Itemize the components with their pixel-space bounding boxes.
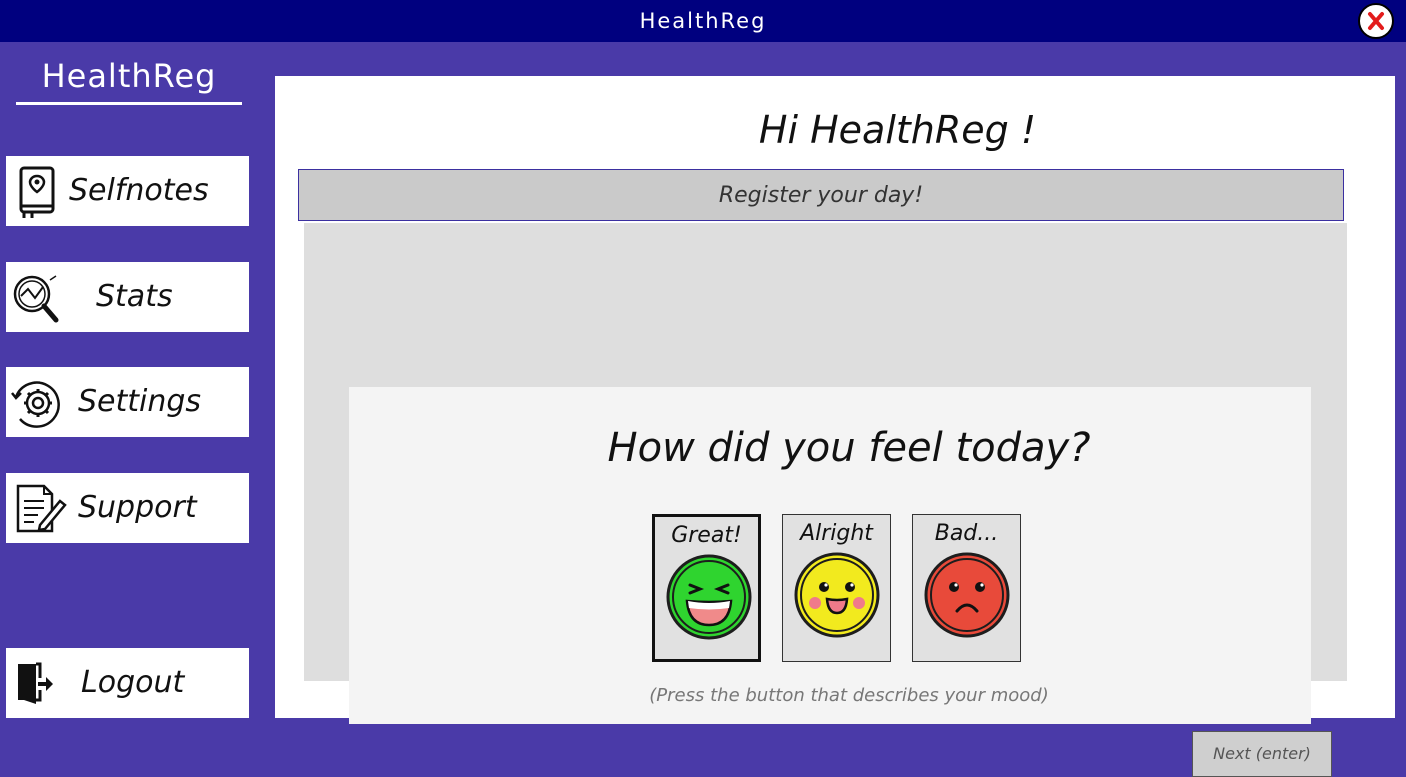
mood-hint: (Press the button that describes your mo… bbox=[649, 685, 1049, 706]
sidebar-item-selfnotes[interactable]: Selfnotes bbox=[6, 156, 249, 226]
sidebar-brand: HealthReg bbox=[16, 56, 242, 105]
gear-icon bbox=[11, 381, 60, 428]
exit-door-icon bbox=[18, 662, 53, 704]
document-edit-icon bbox=[16, 484, 67, 533]
magnifier-chart-icon bbox=[13, 275, 59, 323]
laughing-face-icon bbox=[666, 554, 752, 640]
sidebar-item-label: Support bbox=[78, 490, 197, 525]
mood-question: How did you feel today? bbox=[607, 425, 1091, 471]
sad-face-icon bbox=[924, 552, 1010, 638]
sidebar-item-support[interactable]: Support bbox=[6, 473, 249, 543]
sidebar: HealthReg Selfnotes Stats Settings Suppo… bbox=[0, 42, 260, 730]
sidebar-item-label: Stats bbox=[96, 279, 173, 314]
sidebar-item-stats[interactable]: Stats bbox=[6, 262, 249, 332]
panel-header: Register your day! bbox=[298, 169, 1344, 221]
mood-label: Bad... bbox=[934, 521, 999, 546]
notebook-icon bbox=[19, 166, 55, 218]
logout-button[interactable]: Logout bbox=[6, 648, 249, 718]
sidebar-item-settings[interactable]: Settings bbox=[6, 367, 249, 437]
mood-great-button[interactable]: Great! bbox=[652, 514, 761, 662]
mood-alright-button[interactable]: Alright bbox=[782, 514, 891, 662]
smiling-face-icon bbox=[794, 552, 880, 638]
sidebar-item-label: Selfnotes bbox=[69, 173, 209, 208]
mood-card: How did you feel today? Great! Alright B… bbox=[349, 387, 1311, 724]
logout-label: Logout bbox=[81, 665, 185, 700]
page-title: Hi HealthReg ! bbox=[758, 108, 1037, 152]
next-button[interactable]: Next (enter) bbox=[1192, 731, 1332, 777]
main-content: Hi HealthReg ! How did you feel today? G… bbox=[275, 76, 1395, 777]
mood-label: Great! bbox=[671, 523, 742, 548]
title-bar: HealthReg bbox=[0, 0, 1406, 42]
mood-bad-button[interactable]: Bad... bbox=[912, 514, 1021, 662]
close-button[interactable] bbox=[1358, 3, 1394, 39]
sidebar-item-label: Settings bbox=[78, 384, 202, 419]
close-x-icon bbox=[1368, 12, 1384, 30]
window-title: HealthReg bbox=[639, 9, 767, 33]
mood-label: Alright bbox=[800, 521, 873, 546]
register-panel: How did you feel today? Great! Alright B… bbox=[304, 223, 1347, 777]
